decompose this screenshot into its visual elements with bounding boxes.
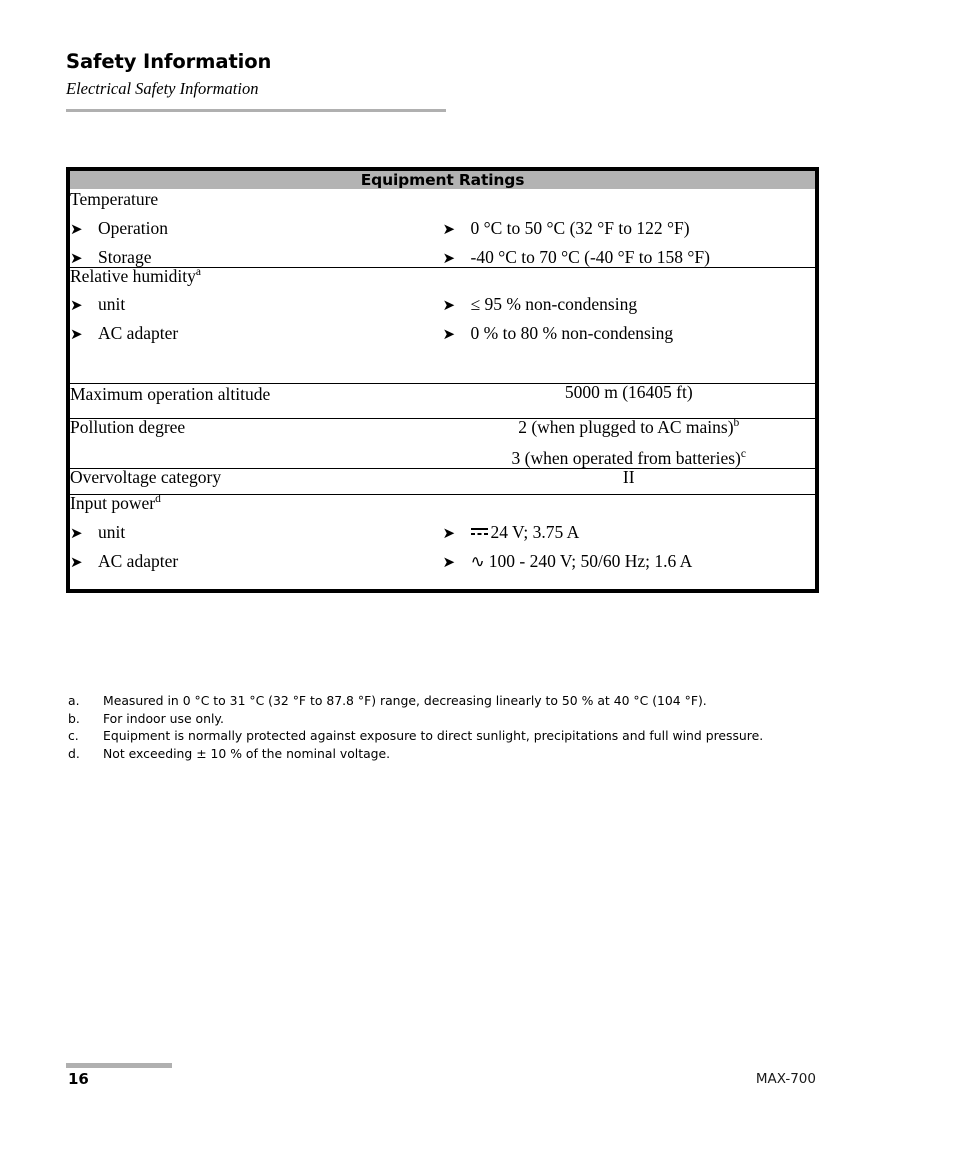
- footer-divider: [66, 1063, 172, 1068]
- table-row: Temperature ➤ Operation ➤ Storage ➤ 0 °C…: [70, 189, 816, 267]
- list-item: ➤ 24 V; 3.75 A: [442, 523, 816, 542]
- list-item-label: AC adapter: [98, 323, 179, 343]
- row-value-cell: II: [442, 466, 815, 495]
- list-item-label: unit: [98, 294, 126, 314]
- row-value-cell: ➤ 24 V; 3.75 A ➤ ∿ 100 - 240 V; 50/60 Hz;…: [442, 494, 816, 589]
- footnote-ref: c: [740, 448, 746, 461]
- ac-power-icon: ∿: [470, 551, 485, 571]
- footnote-item: b. For indoor use only.: [66, 710, 819, 728]
- list-item-label: unit: [98, 521, 126, 542]
- row-value-cell: 5000 m (16405 ft): [442, 382, 815, 419]
- list-item: ➤ 0 °C to 50 °C (32 °F to 122 °F): [442, 217, 816, 238]
- footnote-ref: b: [733, 417, 740, 430]
- arrow-bullet-icon: ➤: [442, 248, 456, 267]
- table-row: Input powerd ➤ unit ➤ AC adapter ➤ 24 V;…: [70, 493, 816, 589]
- footnote-item: a. Measured in 0 °C to 31 °C (32 °F to 8…: [66, 692, 819, 710]
- list-item-value: 24 V; 3.75 A: [470, 523, 579, 542]
- list-item-label: AC adapter: [98, 550, 179, 571]
- value-spacer: [443, 495, 816, 513]
- arrow-bullet-icon: ➤: [70, 219, 83, 238]
- arrow-bullet-icon: ➤: [442, 552, 456, 571]
- footnote-text: Not exceeding ± 10 % of the nominal volt…: [103, 745, 391, 761]
- arrow-bullet-icon: ➤: [70, 552, 83, 571]
- list-item: ➤ 0 % to 80 % non-condensing: [442, 323, 816, 343]
- table-row: Relative humiditya ➤ unit ➤ AC adapter ➤…: [70, 265, 816, 384]
- table-row: Pollution degree 2 (when plugged to AC m…: [70, 416, 815, 469]
- table-row: Overvoltage category II: [70, 466, 815, 495]
- dc-power-icon: [470, 527, 488, 537]
- arrow-bullet-icon: ➤: [70, 523, 83, 542]
- arrow-bullet-icon: ➤: [442, 296, 456, 314]
- list-item: ➤ ≤ 95 % non-condensing: [442, 294, 816, 314]
- list-item-label: Operation: [98, 217, 168, 238]
- value-text: 2 (when plugged to AC mains)b: [518, 416, 740, 437]
- page-title: Safety Information: [66, 50, 272, 73]
- value-text: 3 (when operated from batteries)c: [511, 448, 746, 469]
- table-caption: Equipment Ratings: [70, 171, 815, 189]
- row-label-cell: Temperature ➤ Operation ➤ Storage: [70, 189, 443, 267]
- list-item-value: 0 % to 80 % non-condensing: [470, 323, 674, 343]
- list-item: ➤ Storage: [70, 246, 443, 267]
- row-label-text: Relative humidity: [70, 265, 196, 286]
- list-item-value: -40 °C to 70 °C (-40 °F to 158 °F): [470, 246, 710, 267]
- row-label-cell: Relative humiditya ➤ unit ➤ AC adapter: [70, 265, 443, 384]
- value-text: 5000 m (16405 ft): [564, 382, 693, 402]
- footnote-text: Measured in 0 °C to 31 °C (32 °F to 87.8…: [103, 693, 707, 708]
- arrow-bullet-icon: ➤: [442, 523, 456, 542]
- list-item: ➤ AC adapter: [70, 323, 443, 343]
- footnote-key: b.: [68, 710, 80, 726]
- list-item: ➤ -40 °C to 70 °C (-40 °F to 158 °F): [442, 246, 816, 267]
- row-value-cell: ➤ 0 °C to 50 °C (32 °F to 122 °F) ➤ -40 …: [443, 191, 816, 267]
- row-value-cell: 2 (when plugged to AC mains)b 3 (when op…: [442, 416, 815, 469]
- equipment-ratings-table: Equipment Ratings Temperature ➤ Operatio…: [66, 167, 819, 593]
- footnote-item: d. Not exceeding ± 10 % of the nominal v…: [66, 745, 819, 763]
- product-model: MAX-700: [755, 1071, 816, 1087]
- list-item: ➤ Operation: [70, 217, 443, 238]
- list-item-label: Storage: [98, 246, 152, 267]
- footnote-item: c. Equipment is normally protected again…: [66, 727, 819, 745]
- row-label: Maximum operation altitude: [70, 384, 271, 404]
- footnote-ref: a: [195, 265, 201, 278]
- row-label-cell: Maximum operation altitude: [70, 383, 443, 419]
- footnote-key: d.: [68, 745, 80, 761]
- arrow-bullet-icon: ➤: [442, 325, 456, 343]
- row-label-text: Input power: [70, 493, 156, 514]
- arrow-bullet-icon: ➤: [70, 248, 83, 267]
- row-label: Relative humiditya: [70, 265, 443, 286]
- value-spacer: [443, 191, 816, 209]
- page-number: 16: [68, 1070, 89, 1088]
- row-label: Input powerd: [70, 493, 443, 514]
- value-text: II: [622, 466, 635, 487]
- row-label-cell: Pollution degree: [70, 416, 443, 469]
- page-header: Safety Information Electrical Safety Inf…: [66, 50, 886, 112]
- row-value-cell: ➤ ≤ 95 % non-condensing ➤ 0 % to 80 % no…: [442, 266, 816, 384]
- row-label: Pollution degree: [70, 416, 186, 437]
- row-label: Overvoltage category: [70, 466, 222, 487]
- value-spacer: [443, 268, 816, 286]
- footnote-text: Equipment is normally protected against …: [103, 728, 764, 744]
- footnote-key: a.: [68, 693, 80, 708]
- list-item: ➤ ∿ 100 - 240 V; 50/60 Hz; 1.6 A: [442, 550, 816, 571]
- row-label: Temperature: [70, 189, 159, 209]
- list-item-value: 0 °C to 50 °C (32 °F to 122 °F): [470, 217, 690, 238]
- list-item: ➤ unit: [70, 294, 443, 314]
- list-item: ➤ unit: [70, 521, 443, 542]
- row-label-cell: Overvoltage category: [70, 466, 443, 495]
- arrow-bullet-icon: ➤: [70, 296, 83, 314]
- footnote-list: a. Measured in 0 °C to 31 °C (32 °F to 8…: [66, 692, 819, 762]
- header-divider: [66, 108, 446, 112]
- page-subtitle: Electrical Safety Information: [66, 79, 259, 99]
- row-label-cell: Input powerd ➤ unit ➤ AC adapter: [70, 493, 443, 589]
- footnote-ref: d: [155, 493, 161, 506]
- footnote-text: For indoor use only.: [103, 710, 224, 726]
- list-item: ➤ AC adapter: [70, 550, 443, 571]
- list-item-value: ∿ 100 - 240 V; 50/60 Hz; 1.6 A: [470, 550, 693, 571]
- arrow-bullet-icon: ➤: [442, 219, 456, 238]
- table-caption-row: Equipment Ratings: [70, 171, 815, 189]
- list-item-value: ≤ 95 % non-condensing: [470, 294, 638, 314]
- table-row: Maximum operation altitude 5000 m (16405…: [70, 382, 815, 419]
- footnote-key: c.: [68, 728, 79, 744]
- arrow-bullet-icon: ➤: [70, 325, 83, 343]
